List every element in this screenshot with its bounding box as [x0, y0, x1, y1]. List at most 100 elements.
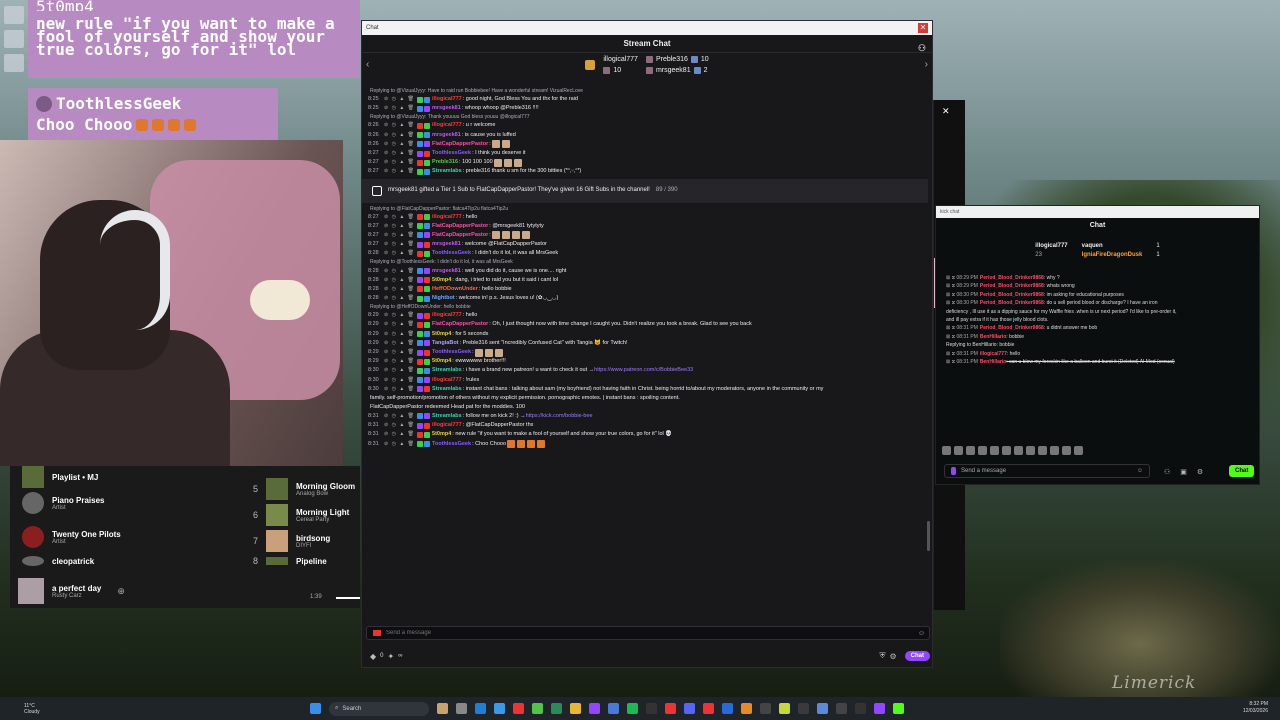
message-username[interactable]: mrsgeek81	[432, 131, 461, 140]
message-username[interactable]: Period_Blood_Drinker9868	[980, 275, 1044, 281]
now-playing[interactable]: a perfect day Rusty Carz ⊕	[18, 578, 125, 604]
mod-actions-icon[interactable]: ⊘ ◷ ▲ 🗑	[384, 357, 415, 366]
message-username[interactable]: illogical777	[980, 351, 1007, 357]
kick-icon[interactable]	[893, 703, 904, 714]
kick-message[interactable]: ⊠ ⧖ 08:30 PM Period_Blood_Drinker9868: im…	[946, 291, 1259, 299]
app-icon[interactable]	[836, 703, 847, 714]
chat-message[interactable]: 8:30 ⊘ ◷ ▲ 🗑 illogical777: !rules	[362, 376, 932, 385]
chat-message[interactable]: 8:29 ⊘ ◷ ▲ 🗑 5t0mp4: for 5 seconds	[362, 330, 932, 339]
message-username[interactable]: Streamlabs	[432, 412, 462, 421]
users-icon[interactable]: ⚇	[1164, 468, 1170, 476]
desktop-file-icon[interactable]	[4, 54, 24, 72]
chat-message[interactable]: 8:28 ⊘ ◷ ▲ 🗑 mrsgeek81: well you did do it…	[362, 266, 932, 275]
message-username[interactable]: ToothlessGeek	[432, 440, 471, 449]
chat-message[interactable]: 8:26 ⊘ ◷ ▲ 🗑 illogical777: u r welcome	[362, 121, 932, 130]
track-row[interactable]: 6 Morning Light Cereal Party	[246, 504, 349, 526]
chat-message[interactable]: 8:27 ⊘ ◷ ▲ 🗑 Streamlabs: preble316 thank u…	[362, 167, 932, 176]
mod-actions-icon[interactable]: ⊘ ◷ ▲ 🗑	[384, 412, 415, 421]
discord-icon[interactable]	[684, 703, 695, 714]
close-window-button[interactable]: ✕	[918, 23, 928, 33]
message-username[interactable]: Period_Blood_Drinker9868	[980, 300, 1044, 306]
chat-message[interactable]: 8:27 ⊘ ◷ ▲ 🗑 illogical777: hello	[362, 213, 932, 222]
chat-message[interactable]: 8:29 ⊘ ◷ ▲ 🗑 ToothlessGeek:	[362, 348, 932, 357]
gear-icon[interactable]: ⚙	[1197, 468, 1203, 476]
message-link[interactable]: https://kick.com/bobbie-bee	[526, 412, 593, 421]
chat-input[interactable]	[386, 630, 866, 636]
app-icon[interactable]	[760, 703, 771, 714]
message-username[interactable]: FlatCapDapperPastor	[432, 222, 488, 231]
message-username[interactable]: TangiaBot	[432, 339, 458, 348]
mod-actions-icon[interactable]: ⊠ ⧖	[946, 292, 956, 298]
app-icon[interactable]	[494, 703, 505, 714]
message-username[interactable]: HeffODownUnder	[432, 285, 478, 294]
message-username[interactable]: illogical777	[432, 376, 462, 385]
kick-message[interactable]: ⊠ ⧖ 08:30 PM Period_Blood_Drinker9868: do…	[946, 299, 1259, 307]
app-icon[interactable]	[532, 703, 543, 714]
chat-message[interactable]: 8:25 ⊘ ◷ ▲ 🗑 illogical777: good night, God…	[362, 95, 932, 104]
shield-icon[interactable]: ⛨	[879, 651, 885, 661]
twitch-icon[interactable]	[589, 703, 600, 714]
chat-message[interactable]: 8:30 ⊘ ◷ ▲ 🗑 Streamlabs: instant chat bans…	[362, 385, 932, 394]
emote-icon[interactable]	[942, 446, 951, 455]
mod-actions-icon[interactable]: ⊠ ⧖	[946, 334, 956, 340]
folder-icon[interactable]	[570, 703, 581, 714]
app-icon[interactable]	[855, 703, 866, 714]
message-username[interactable]: 5t0mp4	[432, 330, 451, 339]
emote-icon[interactable]	[978, 446, 987, 455]
chat-message[interactable]: 8:31 ⊘ ◷ ▲ 🗑 ToothlessGeek: Choo Chooo	[362, 439, 932, 449]
kick-message[interactable]: ⊠ ⧖ 08:29 PM Period_Blood_Drinker9868: wh…	[946, 274, 1259, 282]
chat-message[interactable]: 8:27 ⊘ ◷ ▲ 🗑 Preble316: 100 100 100	[362, 158, 932, 167]
message-username[interactable]: 5t0mp4	[432, 357, 451, 366]
kick-message[interactable]: ⊠ ⧖ 08:31 PM illogical777: hello	[946, 350, 1259, 358]
app-icon[interactable]	[456, 703, 467, 714]
message-username[interactable]: Streamlabs	[432, 366, 462, 375]
message-username[interactable]: FlatCapDapperPastor	[432, 231, 488, 240]
app-icon[interactable]	[513, 703, 524, 714]
chat-message[interactable]: 8:27 ⊘ ◷ ▲ 🗑 FlatCapDapperPastor:	[362, 231, 932, 240]
emote-icon[interactable]	[1074, 446, 1083, 455]
gift-icon[interactable]: ▣	[1180, 468, 1187, 476]
mod-actions-icon[interactable]: ⊘ ◷ ▲ 🗑	[384, 385, 415, 394]
kick-message[interactable]: ⊠ ⧖ 08:29 PM Period_Blood_Drinker9868: wh…	[946, 282, 1259, 290]
emote-icon[interactable]	[1014, 446, 1023, 455]
emote-picker-icon[interactable]: ☺	[918, 630, 925, 637]
chevron-right-icon[interactable]: ›	[925, 59, 928, 70]
mod-actions-icon[interactable]: ⊘ ◷ ▲ 🗑	[384, 149, 415, 158]
mod-actions-icon[interactable]: ⊘ ◷ ▲ 🗑	[384, 330, 415, 339]
message-username[interactable]: ToothlessGeek	[432, 149, 471, 158]
emote-icon[interactable]	[990, 446, 999, 455]
emote-picker-icon[interactable]: ☺	[1137, 468, 1143, 474]
chat-message[interactable]: 8:27 ⊘ ◷ ▲ 🗑 FlatCapDapperPastor: @mrsgeek…	[362, 222, 932, 231]
message-username[interactable]: BenHillario	[980, 334, 1006, 340]
mod-actions-icon[interactable]: ⊘ ◷ ▲ 🗑	[384, 348, 415, 357]
close-icon[interactable]: ✕	[942, 106, 950, 117]
send-chat-button[interactable]: Chat	[904, 651, 930, 661]
mod-actions-icon[interactable]: ⊘ ◷ ▲ 🗑	[384, 167, 415, 176]
app-icon[interactable]	[437, 703, 448, 714]
window-titlebar[interactable]: Chat ✕	[362, 21, 932, 35]
message-username[interactable]: illogical777	[432, 95, 462, 104]
list-item[interactable]: Twenty One Pilots Artist	[22, 526, 121, 548]
message-username[interactable]: mrsgeek81	[432, 104, 461, 113]
app-icon[interactable]	[779, 703, 790, 714]
message-username[interactable]: FlatCapDapperPastor	[432, 140, 488, 149]
mod-actions-icon[interactable]: ⊘ ◷ ▲ 🗑	[384, 222, 415, 231]
chat-message[interactable]: 8:29 ⊘ ◷ ▲ 🗑 FlatCapDapperPastor: Oh, I ju…	[362, 320, 932, 329]
chat-message[interactable]: 8:28 ⊘ ◷ ▲ 🗑 5t0mp4: dang, i tried to raid…	[362, 276, 932, 285]
chat-message[interactable]: 8:28 ⊘ ◷ ▲ 🗑 ToothlessGeek: I didn't do it…	[362, 249, 932, 258]
app-icon[interactable]	[646, 703, 657, 714]
mod-actions-icon[interactable]: ⊘ ◷ ▲ 🗑	[384, 376, 415, 385]
app-icon[interactable]	[665, 703, 676, 714]
mod-actions-icon[interactable]: ⊘ ◷ ▲ 🗑	[384, 320, 415, 329]
chat-message[interactable]: 8:28 ⊘ ◷ ▲ 🗑 Nightbot: welcome in! p.s. Je…	[362, 294, 932, 303]
app-icon[interactable]	[608, 703, 619, 714]
message-username[interactable]: BenHillario	[980, 359, 1006, 365]
app-icon[interactable]	[874, 703, 885, 714]
mod-actions-icon[interactable]: ⊘ ◷ ▲ 🗑	[384, 249, 415, 258]
chat-message[interactable]: 8:31 ⊘ ◷ ▲ 🗑 5t0mp4: new rule "if you want…	[362, 430, 932, 439]
emote-icon[interactable]	[966, 446, 975, 455]
track-row[interactable]: 5 Morning Gloom Analog Bow	[246, 478, 355, 500]
message-username[interactable]: illogical777	[432, 311, 462, 320]
mod-actions-icon[interactable]: ⊘ ◷ ▲ 🗑	[384, 231, 415, 240]
chat-message[interactable]: 8:28 ⊘ ◷ ▲ 🗑 HeffODownUnder: hello bobbie	[362, 285, 932, 294]
